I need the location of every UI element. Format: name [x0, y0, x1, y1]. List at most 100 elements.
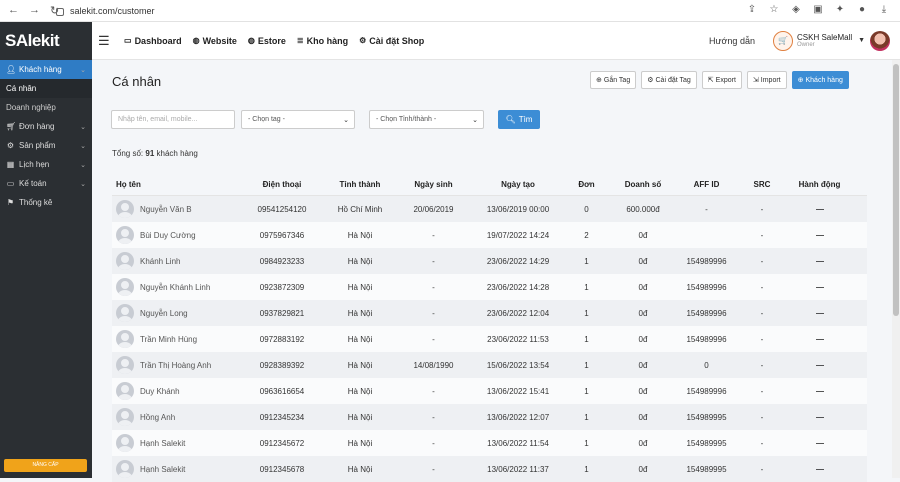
guide-link[interactable]: Hướng dẫn [709, 36, 755, 46]
customer-name[interactable]: Nguyễn Khánh Linh [140, 283, 210, 292]
back-icon[interactable]: ← [8, 4, 19, 17]
gift-icon: ⚙ [6, 141, 15, 150]
row-action-menu[interactable]: — [791, 413, 848, 422]
topnav-item-4[interactable]: ⚙ Cài đặt Shop [359, 36, 424, 46]
export-icon: ⇱ [707, 77, 714, 84]
table-row[interactable]: Bùi Duy Cường 0975967346 Hà Nội - 19/07/2022… [112, 222, 867, 248]
download-icon[interactable]: ⤓ [878, 4, 890, 15]
row-action-menu[interactable]: — [791, 387, 848, 396]
table-row[interactable]: Hạnh Salekit 0912345678 Hà Nội - 13/06/2022 … [112, 456, 867, 482]
row-action-menu[interactable]: — [791, 335, 848, 344]
upgrade-button[interactable]: NÂNG CẤP [4, 459, 87, 472]
scrollbar-thumb[interactable] [893, 64, 899, 316]
action-button-3[interactable]: ⇲ Import [746, 71, 787, 89]
cell-8: - [760, 230, 764, 240]
customer-name-cell[interactable]: Trần Minh Hùng [112, 330, 242, 348]
share-icon[interactable]: ⇪ [746, 4, 758, 15]
profile-icon[interactable]: ● [856, 4, 868, 15]
table-row[interactable]: Hạnh Salekit 0912345672 Hà Nội - 13/06/2022 … [112, 430, 867, 456]
row-action-menu[interactable]: — [791, 283, 848, 292]
row-action-menu[interactable]: — [791, 257, 848, 266]
sidebar-item-2[interactable]: ⚙ Sản phẩm ⌄ [0, 136, 92, 155]
table-row[interactable]: Nguyễn Long 0937829821 Hà Nội - 23/06/2022 1… [112, 300, 867, 326]
user-avatar[interactable] [870, 30, 890, 51]
customer-name[interactable]: Nguyễn Long [140, 309, 188, 318]
avatar [116, 278, 134, 296]
shield-icon[interactable]: ◈ [790, 4, 802, 15]
row-action-menu[interactable]: — [791, 439, 848, 448]
page-title: Cá nhân [112, 74, 162, 89]
cell-6: 0đ [638, 308, 648, 318]
scrollbar[interactable] [892, 60, 900, 478]
cell-5: 2 [584, 230, 589, 240]
star-icon[interactable]: ☆ [768, 4, 780, 15]
customer-name[interactable]: Duy Khánh [140, 387, 180, 396]
customer-name-cell[interactable]: Hạnh Salekit [112, 434, 242, 452]
address-bar[interactable]: salekit.com/customer [70, 6, 155, 16]
table-row[interactable]: Hồng Anh 0912345234 Hà Nội - 13/06/2022 12:0… [112, 404, 867, 430]
customer-name-cell[interactable]: Nguyễn Văn B [112, 200, 242, 218]
hamburger-icon[interactable]: ☰ [98, 33, 110, 49]
sidebar-subitem-1[interactable]: Doanh nghiệp [0, 98, 92, 117]
customer-name[interactable]: Bùi Duy Cường [140, 231, 196, 240]
sidebar-item-label: Thống kê [19, 198, 53, 207]
table-row[interactable]: Duy Khánh 0963616654 Hà Nội - 13/06/2022 15:… [112, 378, 867, 404]
cell-7: 154989996 [686, 334, 727, 344]
sidebar-subitem-0[interactable]: Cá nhân [0, 79, 92, 98]
customer-name[interactable]: Trần Minh Hùng [140, 335, 197, 344]
sidebar-item-1[interactable]: 🛒︎ Đơn hàng ⌄ [0, 117, 92, 136]
sidebar-item-4[interactable]: ▭ Kế toán ⌄ [0, 174, 92, 193]
puzzle-icon[interactable]: ✦ [834, 4, 846, 15]
customer-name[interactable]: Khánh Linh [140, 257, 180, 266]
topnav-item-3[interactable]: ≣ Kho hàng [297, 36, 348, 46]
row-action-menu[interactable]: — [791, 231, 848, 240]
customer-name-cell[interactable]: Duy Khánh [112, 382, 242, 400]
customer-name[interactable]: Hạnh Salekit [140, 465, 185, 474]
cell-2: Hà Nội [347, 308, 373, 318]
sidebar-item-0[interactable]: 👤︎ Khách hàng ⌄ [0, 60, 92, 79]
sidebar-item-5[interactable]: ⚑ Thống kê [0, 193, 92, 212]
topnav-item-2[interactable]: ◍ Estore [248, 36, 286, 46]
plus-icon: ⊕ [596, 77, 602, 84]
province-select[interactable]: - Chọn Tỉnh/thành - ⌄ [369, 110, 484, 129]
customer-name-cell[interactable]: Khánh Linh [112, 252, 242, 270]
action-button-1[interactable]: ⚙ Cài đặt Tag [641, 71, 697, 89]
account-menu[interactable]: 🛒 CSKH SaleMall Owner ▼ [773, 30, 865, 51]
row-action-menu[interactable]: — [791, 361, 848, 370]
table-row[interactable]: Trần Minh Hùng 0972883192 Hà Nội - 23/06/202… [112, 326, 867, 352]
download-ext-icon[interactable]: ▣ [812, 4, 824, 15]
table-row[interactable]: Nguyễn Khánh Linh 0923872309 Hà Nội - 23/06/… [112, 274, 867, 300]
table-row[interactable]: Trần Thị Hoàng Anh 0928389392 Hà Nội 14/08/… [112, 352, 867, 378]
customer-name-cell[interactable]: Hồng Anh [112, 408, 242, 426]
customer-name-cell[interactable]: Bùi Duy Cường [112, 226, 242, 244]
topnav-item-0[interactable]: ▭ Dashboard [124, 36, 182, 46]
sidebar-item-3[interactable]: ▦ Lịch hẹn ⌄ [0, 155, 92, 174]
customer-name[interactable]: Trần Thị Hoàng Anh [140, 361, 211, 370]
row-action-menu[interactable]: — [791, 309, 848, 318]
flag-icon: ⚑ [6, 198, 15, 207]
table-row[interactable]: Nguyễn Văn B 09541254120 Hồ Chí Minh 20/06/… [112, 196, 867, 222]
customer-name-cell[interactable]: Nguyễn Khánh Linh [112, 278, 242, 296]
row-action-menu[interactable]: — [791, 465, 848, 474]
customer-name-cell[interactable]: Nguyễn Long [112, 304, 242, 322]
cell-2: Hà Nội [347, 256, 373, 266]
topnav-item-1[interactable]: ◍ Website [193, 36, 237, 46]
cell-5: 1 [584, 438, 589, 448]
action-button-2[interactable]: ⇱ Export [701, 71, 742, 89]
customer-name[interactable]: Hồng Anh [140, 413, 175, 422]
app-logo[interactable]: SAlekit [0, 22, 92, 60]
customer-name[interactable]: Nguyễn Văn B [140, 205, 192, 214]
customer-name-cell[interactable]: Trần Thị Hoàng Anh [112, 356, 242, 374]
table-row[interactable]: Khánh Linh 0984923233 Hà Nội - 23/06/2022 14… [112, 248, 867, 274]
search-input[interactable]: Nhập tên, email, mobile... [111, 110, 235, 129]
row-action-menu[interactable]: — [791, 205, 848, 214]
tag-select[interactable]: - Chọn tag - ⌄ [241, 110, 355, 129]
search-button[interactable]: 🔍︎ Tìm [498, 110, 540, 129]
customer-name-cell[interactable]: Hạnh Salekit [112, 460, 242, 478]
cell-1: 0975967346 [259, 230, 305, 240]
cell-4: 13/06/2022 12:07 [486, 412, 550, 422]
forward-icon[interactable]: → [29, 4, 40, 17]
action-button-0[interactable]: ⊕ Gắn Tag [590, 71, 637, 89]
action-button-4[interactable]: ⊕ Khách hàng [791, 71, 849, 89]
customer-name[interactable]: Hạnh Salekit [140, 439, 185, 448]
